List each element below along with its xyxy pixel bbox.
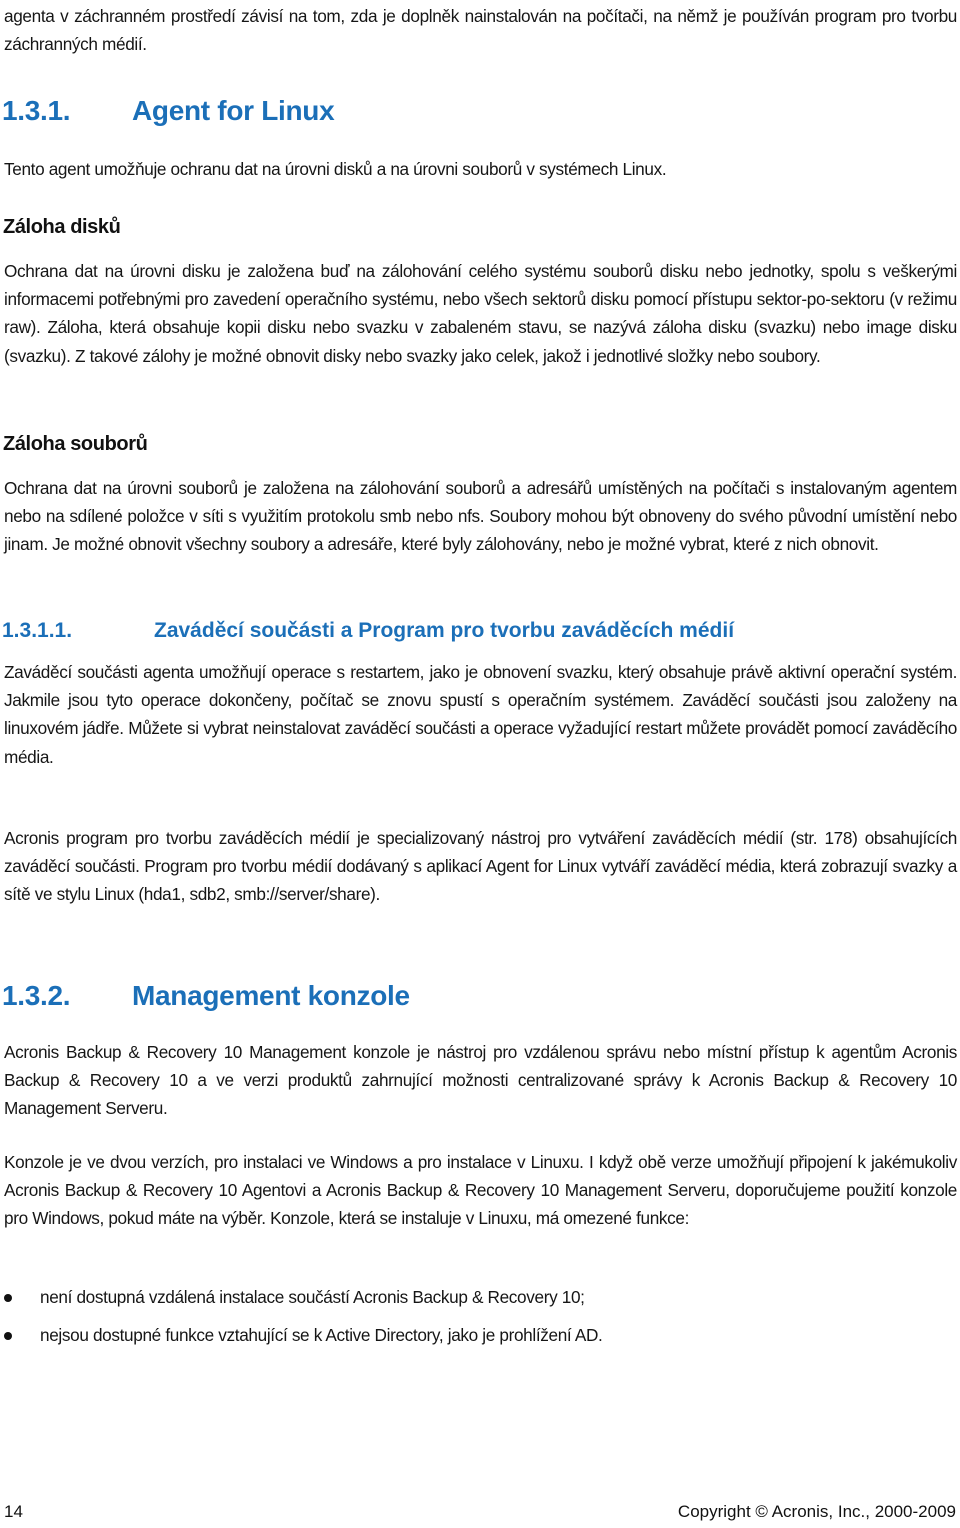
management-console-paragraph: Acronis Backup & Recovery 10 Management … bbox=[4, 1042, 957, 1119]
section-heading-1-3-1-1: 1.3.1.1. Zaváděcí součásti a Program pro … bbox=[2, 619, 734, 643]
section-heading-1-3-2: 1.3.2. Management konzole bbox=[2, 980, 410, 1012]
bullet-icon bbox=[4, 1294, 12, 1302]
document-page: agenta v záchranném prostředí závisí na … bbox=[0, 0, 960, 1528]
boot-components-paragraph: Zaváděcí součásti agenta umožňují operac… bbox=[4, 662, 957, 767]
section-title: Agent for Linux bbox=[132, 95, 335, 126]
disk-backup-heading: Záloha disků bbox=[3, 216, 121, 238]
file-backup-heading: Záloha souborů bbox=[3, 433, 148, 455]
list-item: není dostupná vzdálená instalace součást… bbox=[0, 1283, 960, 1321]
section-number: 1.3.1.1. bbox=[2, 619, 73, 642]
linux-console-limitations-list: není dostupná vzdálená instalace součást… bbox=[0, 1283, 960, 1359]
copyright-notice: Copyright © Acronis, Inc., 2000-2009 bbox=[677, 1502, 956, 1521]
section-heading-1-3-1: 1.3.1. Agent for Linux bbox=[2, 95, 335, 127]
page-footer: 14 Copyright © Acronis, Inc., 2000-2009 bbox=[4, 1502, 956, 1526]
console-versions-paragraph: Konzole je ve dvou verzích, pro instalac… bbox=[4, 1152, 957, 1229]
intro-paragraph: agenta v záchranném prostředí závisí na … bbox=[4, 6, 957, 55]
list-item-text: nejsou dostupné funkce vztahující se k A… bbox=[40, 1325, 603, 1345]
section-title: Zaváděcí součásti a Program pro tvorbu z… bbox=[154, 619, 735, 642]
section-title: Management konzole bbox=[132, 980, 410, 1011]
section-number: 1.3.2. bbox=[2, 980, 71, 1011]
media-builder-paragraph: Acronis program pro tvorbu zaváděcích mé… bbox=[4, 828, 957, 905]
bullet-icon bbox=[4, 1332, 12, 1340]
page-number: 14 bbox=[4, 1502, 23, 1521]
file-backup-paragraph: Ochrana dat na úrovni souborů je založen… bbox=[4, 478, 957, 555]
agent-intro-paragraph: Tento agent umožňuje ochranu dat na úrov… bbox=[4, 159, 667, 179]
list-item-text: není dostupná vzdálená instalace součást… bbox=[40, 1287, 585, 1307]
list-item: nejsou dostupné funkce vztahující se k A… bbox=[0, 1321, 960, 1359]
section-number: 1.3.1. bbox=[2, 95, 71, 126]
disk-backup-paragraph: Ochrana dat na úrovni disku je založena … bbox=[4, 261, 957, 366]
